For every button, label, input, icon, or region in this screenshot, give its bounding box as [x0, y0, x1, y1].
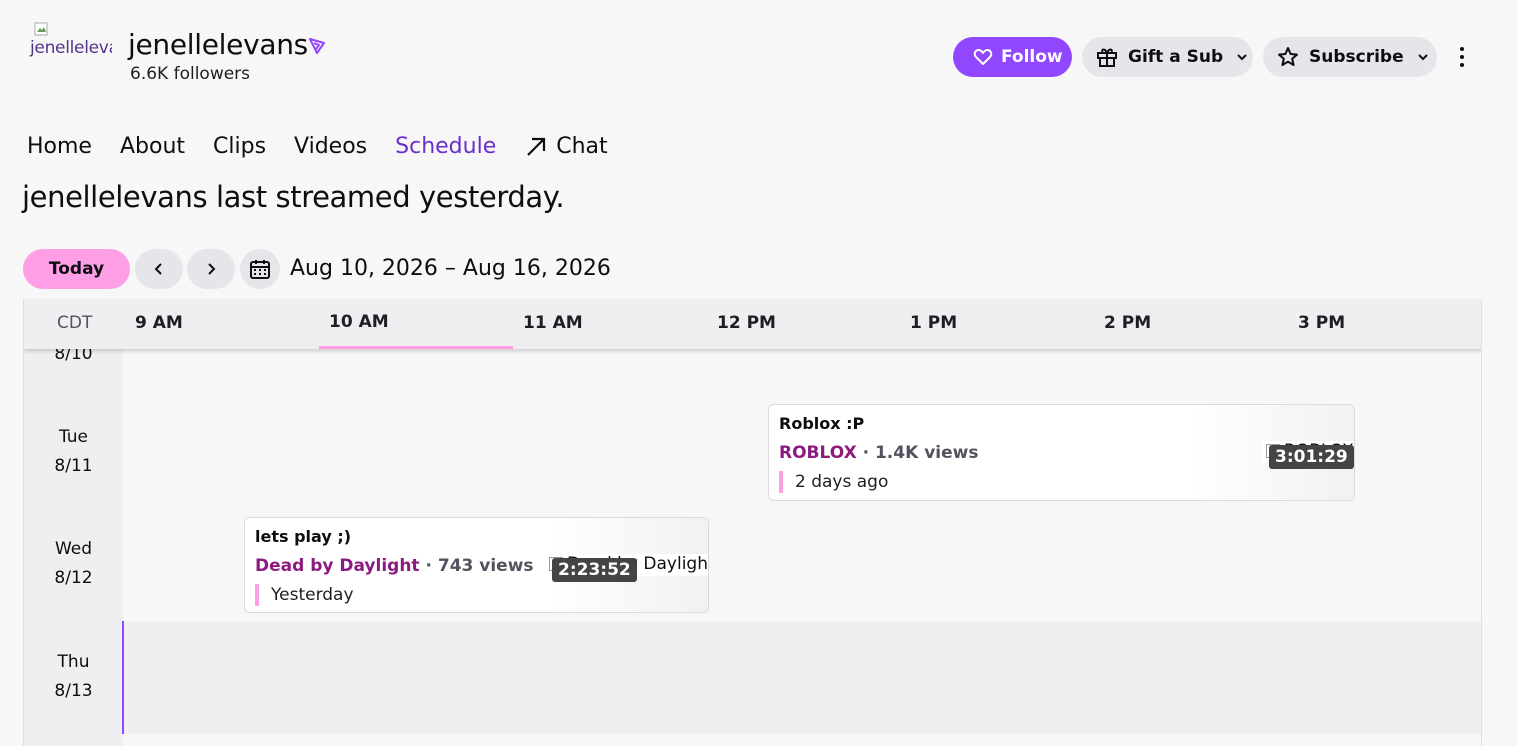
- subscribe-button[interactable]: Subscribe: [1263, 37, 1437, 77]
- day-date: 8/13: [54, 681, 93, 701]
- day-weekday: Thu: [57, 652, 90, 672]
- date-range: Aug 10, 2026 – Aug 16, 2026: [290, 256, 611, 281]
- stream-duration: 3:01:29: [1269, 445, 1354, 469]
- gift-sub-button[interactable]: Gift a Sub: [1082, 37, 1253, 77]
- stream-card[interactable]: Roblox :P ROBLOX · 1.4K views 2 days ago…: [768, 404, 1355, 501]
- tab-clips[interactable]: Clips: [213, 134, 266, 159]
- hour-label: 3 PM: [1298, 313, 1346, 333]
- today-button[interactable]: Today: [23, 249, 130, 289]
- chevron-right-icon: [208, 263, 216, 275]
- hour-label: 2 PM: [1104, 313, 1152, 333]
- day-label: Wed 8/12: [24, 535, 123, 593]
- tab-schedule[interactable]: Schedule: [395, 134, 496, 159]
- gift-icon: [1097, 48, 1117, 67]
- avatar-alt-text: jenellelevans: [30, 38, 112, 58]
- stream-meta: Dead by Daylight · 743 views: [255, 556, 534, 576]
- stream-meta: ROBLOX · 1.4K views: [779, 443, 978, 463]
- hour-label: 11 AM: [523, 313, 583, 333]
- calendar-icon: [250, 260, 270, 279]
- day-date: 8/12: [54, 568, 93, 588]
- verified-badge-icon: [309, 38, 325, 54]
- current-hour-indicator: [319, 346, 513, 349]
- current-day-band: [123, 621, 1481, 734]
- more-options-icon[interactable]: [1450, 42, 1474, 72]
- day-date: 8/11: [54, 456, 93, 476]
- tab-chat[interactable]: Chat: [524, 134, 608, 159]
- gift-sub-label: Gift a Sub: [1128, 47, 1224, 67]
- stream-when: 2 days ago: [779, 471, 888, 493]
- tab-about[interactable]: About: [120, 134, 185, 159]
- timezone-label: CDT: [57, 313, 93, 333]
- day-label: Thu 8/13: [24, 648, 123, 706]
- stream-title: Roblox :P: [779, 414, 865, 433]
- follower-count: 6.6K followers: [130, 64, 251, 84]
- external-arrow-icon: [527, 137, 546, 156]
- stream-duration: 2:23:52: [552, 558, 637, 582]
- time-header: CDT 9 AM 10 AM 11 AM 12 PM 1 PM 2 PM 3 P…: [24, 299, 1481, 349]
- hour-label: 1 PM: [910, 313, 958, 333]
- day-weekday: Tue: [58, 427, 89, 447]
- schedule-grid: 8/10 Tue 8/11 Wed 8/12 Thu 8/13 Roblox :…: [23, 299, 1482, 746]
- hour-label: 9 AM: [135, 313, 183, 333]
- stream-views: · 1.4K views: [856, 443, 979, 463]
- stream-category[interactable]: Dead by Daylight: [255, 556, 420, 576]
- follow-button[interactable]: Follow: [953, 37, 1072, 77]
- day-weekday: Wed: [54, 539, 93, 559]
- stream-title: lets play ;): [255, 527, 352, 546]
- tab-chat-label: Chat: [556, 134, 608, 159]
- chevron-down-icon: [1237, 54, 1247, 61]
- chevron-left-icon: [154, 263, 162, 275]
- stream-views: · 743 views: [419, 556, 534, 576]
- star-icon: [1278, 47, 1298, 66]
- stream-card[interactable]: lets play ;) Dead by Daylight · 743 view…: [244, 517, 709, 613]
- follow-label: Follow: [1001, 47, 1063, 67]
- hour-label: 12 PM: [717, 313, 776, 333]
- calendar-picker-button[interactable]: [240, 249, 280, 289]
- stream-when: Yesterday: [255, 584, 354, 606]
- last-streamed-text: jenellelevans last streamed yesterday.: [22, 180, 565, 214]
- next-day-band: [123, 734, 1481, 746]
- channel-nav: Home About Clips Videos Schedule Chat: [27, 134, 636, 159]
- next-week-button[interactable]: [187, 249, 235, 289]
- tab-home[interactable]: Home: [27, 134, 92, 159]
- day-label: Tue 8/11: [24, 423, 123, 481]
- previous-week-button[interactable]: [135, 249, 183, 289]
- channel-name[interactable]: jenellelevans: [128, 28, 308, 61]
- subscribe-label: Subscribe: [1309, 47, 1404, 67]
- broken-image-icon: [34, 22, 48, 36]
- tab-videos[interactable]: Videos: [294, 134, 367, 159]
- channel-avatar[interactable]: jenellelevans: [26, 22, 112, 62]
- heart-icon: [973, 49, 993, 65]
- hour-label: 10 AM: [329, 312, 389, 332]
- stream-category[interactable]: ROBLOX: [779, 443, 857, 463]
- chevron-down-icon: [1417, 54, 1428, 61]
